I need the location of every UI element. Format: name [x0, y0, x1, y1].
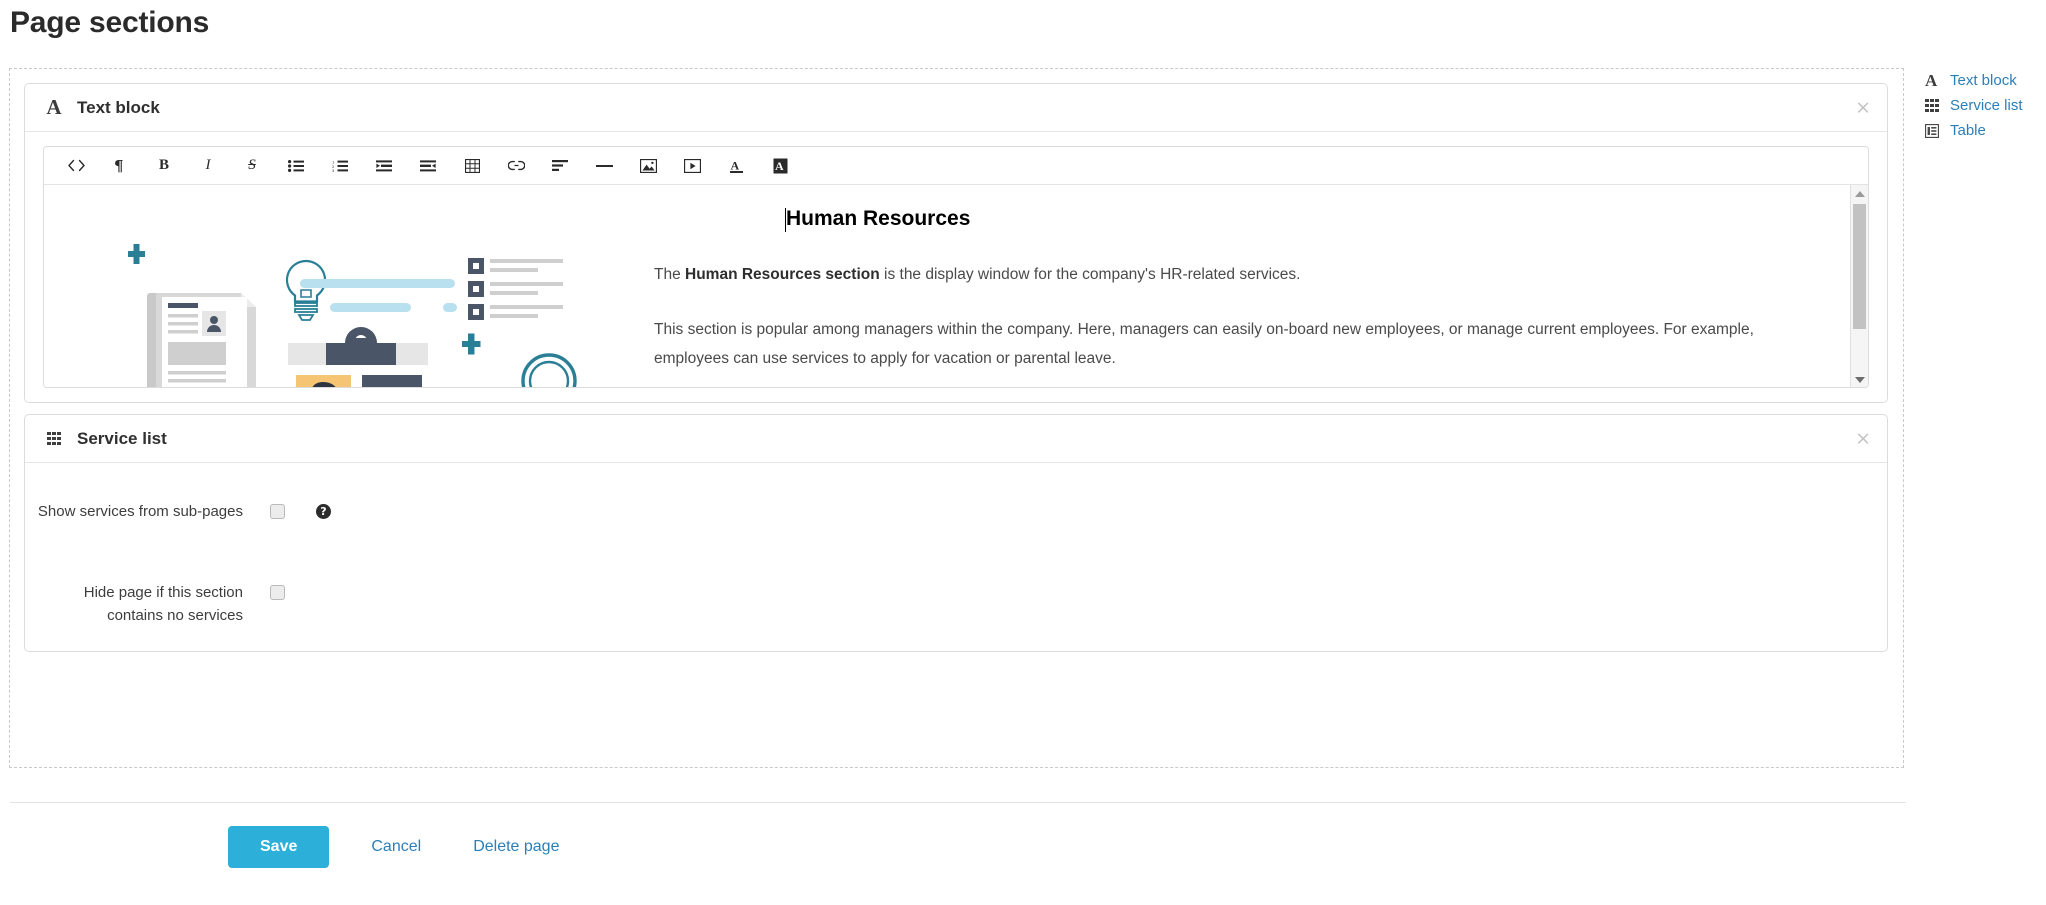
- source-code-icon[interactable]: [54, 151, 98, 181]
- scroll-up-icon[interactable]: [1851, 185, 1868, 202]
- grid-icon: [43, 428, 65, 450]
- ordered-list-icon[interactable]: 1 2 3: [318, 151, 362, 181]
- form-row-show-subpage-services: Show services from sub-pages ?: [25, 499, 1887, 523]
- hide-empty-section-checkbox[interactable]: [270, 585, 285, 600]
- table-icon: [1925, 124, 1943, 138]
- table-icon[interactable]: [450, 151, 494, 181]
- section-card-text-block[interactable]: A Text block × ¶ B I: [24, 83, 1888, 403]
- letter-a-icon: A: [1925, 72, 1943, 89]
- sections-drop-container[interactable]: A Text block × ¶ B I: [9, 68, 1904, 768]
- horizontal-rule-icon[interactable]: [582, 151, 626, 181]
- background-color-icon[interactable]: A: [758, 151, 802, 181]
- section-title: Service list: [77, 429, 167, 449]
- insert-link-icon[interactable]: [494, 151, 538, 181]
- palette-item-label: Table: [1950, 122, 1986, 139]
- form-actions: Save Cancel Delete page: [228, 826, 559, 868]
- page-sections-editor: Page sections A Text block × ¶ B: [0, 0, 2046, 905]
- close-icon[interactable]: ×: [1855, 98, 1871, 117]
- form-row-hide-empty-section: Hide page if this section contains no se…: [25, 580, 1887, 627]
- delete-page-button[interactable]: Delete page: [473, 838, 559, 856]
- section-header-service-list: Service list ×: [25, 415, 1887, 463]
- palette-item-label: Service list: [1950, 97, 2023, 114]
- form-label: Show services from sub-pages: [25, 499, 243, 523]
- scroll-down-icon[interactable]: [1851, 371, 1868, 388]
- service-list-form: Show services from sub-pages ? Hide page…: [25, 463, 1887, 652]
- page-title: Page sections: [10, 6, 209, 40]
- insert-video-icon[interactable]: [670, 151, 714, 181]
- svg-text:¶: ¶: [114, 158, 124, 174]
- scrollbar-thumb[interactable]: [1853, 204, 1866, 329]
- svg-text:A: A: [730, 158, 739, 172]
- svg-text:1: 1: [332, 160, 334, 164]
- palette-item-service-list[interactable]: Service list: [1925, 93, 2045, 118]
- section-palette: A Text block Service list Table: [1925, 68, 2045, 143]
- italic-icon[interactable]: I: [186, 151, 230, 181]
- unordered-list-icon[interactable]: [274, 151, 318, 181]
- svg-text:3: 3: [332, 169, 334, 172]
- palette-item-text-block[interactable]: A Text block: [1925, 68, 2045, 93]
- show-subpage-services-checkbox[interactable]: [270, 504, 285, 519]
- text-caret: [785, 208, 786, 232]
- section-header-text-block: A Text block ×: [25, 84, 1887, 132]
- document-paragraph-2: This section is popular among managers w…: [654, 315, 1794, 373]
- strikethrough-icon[interactable]: S: [230, 151, 274, 181]
- svg-text:A: A: [775, 159, 784, 173]
- editor-content-area[interactable]: Human Resources The Human Resources sect…: [44, 185, 1849, 388]
- text-color-icon[interactable]: A: [714, 151, 758, 181]
- palette-item-label: Text block: [1950, 72, 2017, 89]
- footer-divider: [10, 802, 1906, 803]
- editor-toolbar[interactable]: ¶ B I S: [44, 147, 1868, 185]
- help-icon[interactable]: ?: [316, 504, 331, 519]
- cancel-button[interactable]: Cancel: [371, 838, 421, 856]
- outdent-icon[interactable]: [362, 151, 406, 181]
- grid-icon: [1925, 99, 1943, 113]
- paragraph-format-icon[interactable]: ¶: [98, 151, 142, 181]
- hr-illustration: [106, 233, 606, 388]
- document-heading: Human Resources: [654, 207, 1794, 231]
- align-left-icon[interactable]: [538, 151, 582, 181]
- bold-icon[interactable]: B: [142, 151, 186, 181]
- form-label: Hide page if this section contains no se…: [25, 580, 243, 627]
- editor-canvas[interactable]: Human Resources The Human Resources sect…: [44, 185, 1868, 388]
- palette-item-table[interactable]: Table: [1925, 118, 2045, 143]
- save-button[interactable]: Save: [228, 826, 329, 868]
- section-card-service-list[interactable]: Service list × Show services from sub-pa…: [24, 414, 1888, 652]
- document-text[interactable]: Human Resources The Human Resources sect…: [654, 207, 1794, 388]
- document-paragraph-1: The Human Resources section is the displ…: [654, 260, 1794, 289]
- insert-image-icon[interactable]: [626, 151, 670, 181]
- letter-a-icon: A: [43, 97, 65, 119]
- rich-text-editor[interactable]: ¶ B I S: [43, 146, 1869, 388]
- close-icon[interactable]: ×: [1855, 429, 1871, 448]
- indent-icon[interactable]: [406, 151, 450, 181]
- editor-scrollbar[interactable]: [1850, 185, 1868, 388]
- section-title: Text block: [77, 98, 160, 118]
